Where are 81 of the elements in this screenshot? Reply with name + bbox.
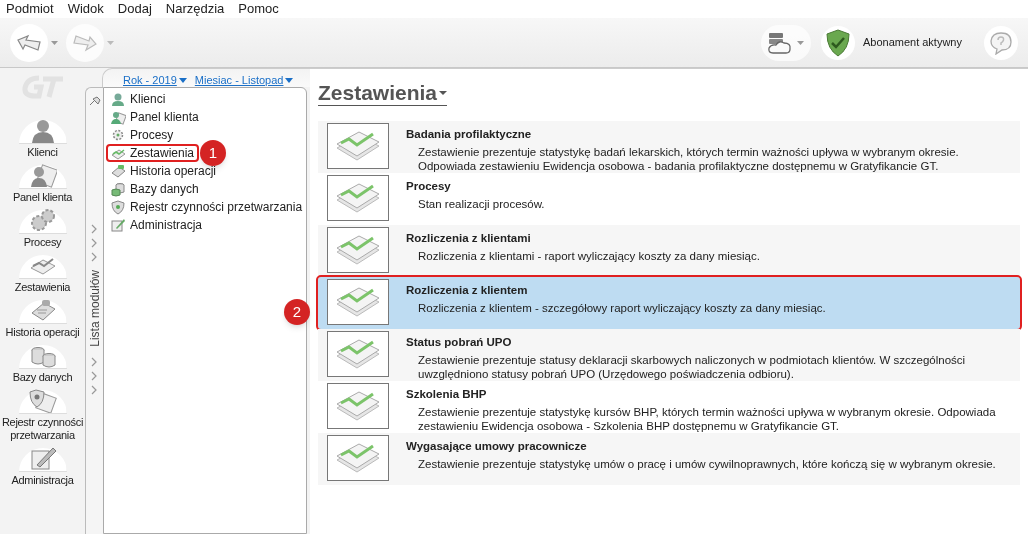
module-list-label[interactable]: Lista modułów <box>85 270 104 347</box>
cloud-database-button[interactable] <box>760 24 811 61</box>
shield-check-icon <box>825 28 850 57</box>
sidebar-item[interactable]: Klienci <box>0 120 85 159</box>
chart-sheet-icon <box>335 390 381 422</box>
chevron-icon <box>91 370 98 381</box>
report-row[interactable] <box>318 121 1020 173</box>
report-title: Badania profilaktyczne <box>406 127 533 141</box>
help-bubble-icon <box>989 30 1013 55</box>
menu-item[interactable]: Narzędzia <box>165 0 225 19</box>
back-arrow-icon <box>16 33 42 52</box>
forward-button[interactable] <box>66 23 114 62</box>
report-title: Procesy <box>406 179 452 193</box>
help-button[interactable] <box>984 25 1018 60</box>
chevron-icon <box>91 384 98 395</box>
module-list-item[interactable]: Zestawienia <box>106 144 200 162</box>
pin-icon <box>88 96 101 106</box>
sidebar-item[interactable]: Administracja <box>0 448 85 487</box>
report-title: Rozliczenia z klientem <box>406 283 529 297</box>
caret-icon <box>178 77 187 83</box>
sidebar-item[interactable]: Bazy danych <box>0 345 85 384</box>
module-list-item[interactable]: Klienci <box>106 90 171 108</box>
report-description: Rozliczenia z klientami - raport wyliczający koszty za dany miesiąc. <box>417 249 761 263</box>
report-row[interactable]: Rozliczenia z klientem Rozliczenia z klientem - szczegółowy raport wyliczający koszty za dany miesiąc. <box>318 277 1020 329</box>
clipboard-icon <box>111 163 126 179</box>
notepad-pencil-icon <box>111 217 126 233</box>
module-list-item[interactable]: Bazy danych <box>106 180 204 198</box>
report-row[interactable]: Status pobrań UPO Zestawienie prezentuje statusy deklaracji skarbowych naliczonych w podmiotach klientów. W szczególności uwzględniono statusy pobrań UPO (Urzędowego poświadczenia odbioru). <box>318 329 1020 381</box>
caret-icon <box>285 77 294 83</box>
module-list-item[interactable]: Panel klienta <box>106 108 204 126</box>
section-title-dropdown[interactable]: Zestawienia <box>318 81 448 106</box>
caret-icon <box>51 40 58 45</box>
menu-item[interactable]: Pomoc <box>238 0 279 19</box>
sidebar-item[interactable]: Rejestr czynności przetwarzania <box>0 390 85 442</box>
menu-item[interactable]: Dodaj <box>117 0 152 19</box>
chart-sheet-icon <box>335 130 381 162</box>
notepad-pencil-icon <box>28 445 57 471</box>
module-list-item[interactable]: Procesy <box>106 126 179 144</box>
caret-icon <box>107 40 114 45</box>
module-list-item[interactable]: Rejestr czynności przetwarzania <box>106 198 308 216</box>
report-description: Stan realizacji procesów. <box>417 197 546 211</box>
gears-icon <box>28 207 57 233</box>
chart-sheet-icon <box>335 286 381 318</box>
chart-sheet-icon <box>335 182 381 214</box>
sidebar-item[interactable]: Panel klienta <box>0 165 85 204</box>
shield-document-icon <box>28 387 57 413</box>
gear-icon <box>111 127 126 143</box>
back-button[interactable] <box>10 23 58 62</box>
chart-sheet-icon <box>335 442 381 474</box>
report-description: Zestawienie prezentuje statystykę badań lekarskich, których termin ważności upływa w wybranym okresie. Odpowiada zestawieniu Ewidencja osobowa - badania profilaktyczne dostępnemu w Gratyfikancie GT. <box>417 145 960 173</box>
report-description: Zestawienie prezentuje statusy deklaracji skarbowych naliczonych w podmiotach klientów. W szczególności uwzględniono statusy pobrań UPO (Urzędowego poświadczenia odbioru). <box>417 353 967 381</box>
chevron-icon <box>91 356 98 367</box>
person-document-icon <box>28 162 57 188</box>
chart-sheet-icon <box>335 234 381 266</box>
caret-icon <box>797 40 805 45</box>
person-document-icon <box>111 109 126 125</box>
subscription-status: Abonament aktywny <box>862 35 962 51</box>
filter-dropdown-link[interactable]: Rok - 2019 <box>123 73 187 87</box>
sidebar-item[interactable]: Historia operacji <box>0 300 85 339</box>
person-icon <box>111 91 126 107</box>
report-row[interactable]: Wygasające umowy pracownicze Zestawienie prezentuje statystykę umów o pracę i umów cywilnoprawnych, które kończą się w wybranym okresie. <box>318 433 1020 485</box>
report-title: Rozliczenia z klientami <box>406 231 532 245</box>
module-list-item[interactable]: Administracja <box>106 216 208 234</box>
report-title: Wygasające umowy pracownicze <box>406 439 588 453</box>
chart-sheet-icon <box>335 338 381 370</box>
database-icon <box>111 181 126 197</box>
sidebar-item[interactable]: Procesy <box>0 210 85 249</box>
report-description: Zestawienie prezentuje statystykę kursów BHP, których termin ważności upływa w wybranym okresie. Odpowiada zestawieniu Ewidencja osobowa - Szkolenia BHP dostępnemu w Gratyfikancie GT. <box>417 405 997 433</box>
cloud-database-icon <box>767 31 794 54</box>
forward-arrow-icon <box>72 33 98 52</box>
report-title: Status pobrań UPO <box>406 335 513 349</box>
caret-icon <box>439 91 448 95</box>
filter-dropdown-link[interactable]: Miesiac - Listopad <box>194 73 294 87</box>
report-description: Zestawienie prezentuje statystykę umów o pracę i umów cywilnoprawnych, które kończą się w wybranym okresie. <box>417 457 997 471</box>
report-description: Rozliczenia z klientem - szczegółowy raport wyliczający koszty za dany miesiąc. <box>417 301 827 315</box>
shield-icon <box>111 199 126 215</box>
report-row[interactable]: Rozliczenia z klientami Rozliczenia z klientami - raport wyliczający koszty za dany miesiąc. <box>318 225 1020 277</box>
menu-item[interactable]: Widok <box>67 0 104 19</box>
report-title: Szkolenia BHP <box>406 387 488 401</box>
menu-item[interactable]: Podmiot <box>6 0 54 19</box>
sidebar-item[interactable]: Zestawienia <box>0 255 85 294</box>
